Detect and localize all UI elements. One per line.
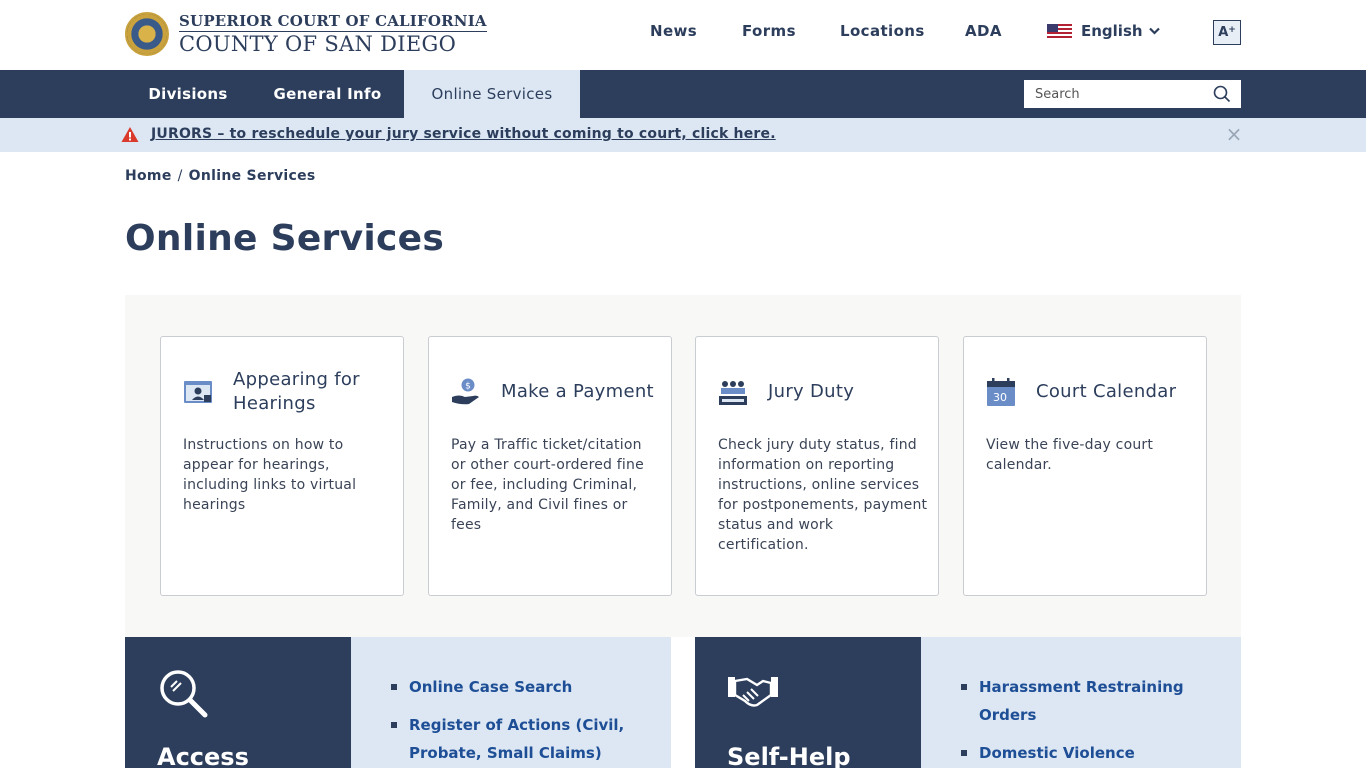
feature-title: Self-Help <box>727 743 851 768</box>
breadcrumb: Home / Online Services <box>125 168 316 184</box>
court-logo[interactable]: SUPERIOR COURT OF CALIFORNIA COUNTY OF S… <box>125 12 487 56</box>
language-selector[interactable]: English <box>1047 22 1160 40</box>
feature-title: Access <box>157 743 249 768</box>
card-description: Pay a Traffic ticket/citation or other c… <box>451 437 644 533</box>
link-online-case-search[interactable]: Online Case Search <box>409 678 572 696</box>
logo-line2: COUNTY OF SAN DIEGO <box>179 32 457 56</box>
topnav-news[interactable]: News <box>650 22 697 44</box>
main-nav: Divisions General Info Online Services <box>0 70 1366 118</box>
nav-divisions[interactable]: Divisions <box>125 70 251 118</box>
font-size-sup: + <box>1228 24 1236 35</box>
warning-icon <box>121 127 139 142</box>
font-size-label: A <box>1218 25 1229 40</box>
list-item: Register of Actions (Civil, Probate, Sma… <box>391 711 631 767</box>
page-title: Online Services <box>125 218 445 259</box>
card-jury-duty[interactable]: Jury Duty Check jury duty status, find i… <box>695 336 939 596</box>
svg-text:$: $ <box>465 382 471 392</box>
court-seal-icon <box>125 12 169 56</box>
alert-link[interactable]: JURORS – to reschedule your jury service… <box>151 126 776 142</box>
feature-self-help-panel: Self-Help <box>695 637 921 768</box>
logo-text: SUPERIOR COURT OF CALIFORNIA COUNTY OF S… <box>179 12 487 56</box>
link-domestic-violence[interactable]: Domestic Violence <box>979 744 1135 762</box>
nav-general-info[interactable]: General Info <box>251 70 404 118</box>
breadcrumb-current: Online Services <box>188 168 316 184</box>
search-icon[interactable] <box>1213 85 1231 103</box>
language-label: English <box>1081 22 1143 40</box>
calendar-icon: 30 <box>987 378 1015 406</box>
link-list: Online Case Search Register of Actions (… <box>391 673 631 768</box>
card-title: Make a Payment <box>501 381 654 402</box>
card-appearing-for-hearings[interactable]: Appearing for Hearings Instructions on h… <box>160 336 404 596</box>
logo-line1: SUPERIOR COURT OF CALIFORNIA <box>179 12 487 32</box>
payment-hand-icon: $ <box>452 378 479 405</box>
card-court-calendar[interactable]: 30 Court Calendar View the five-day cour… <box>963 336 1207 596</box>
jury-icon <box>719 381 747 405</box>
feature-access-panel: Access <box>125 637 351 768</box>
card-description: Instructions on how to appear for hearin… <box>183 437 357 513</box>
breadcrumb-home[interactable]: Home <box>125 168 172 184</box>
card-make-a-payment[interactable]: $ Make a Payment Pay a Traffic ticket/ci… <box>428 336 672 596</box>
font-size-button[interactable]: A + <box>1213 20 1241 45</box>
topnav-forms[interactable]: Forms <box>742 22 796 44</box>
list-item: Online Case Search <box>391 673 631 701</box>
link-list: Harassment Restraining Orders Domestic V… <box>961 673 1191 768</box>
us-flag-icon <box>1047 24 1072 38</box>
search-box <box>1024 80 1241 108</box>
feature-access: Access Online Case Search Register of Ac… <box>125 637 671 768</box>
nav-online-services[interactable]: Online Services <box>404 70 580 118</box>
card-description: View the five-day court calendar. <box>986 437 1154 473</box>
alert-banner: JURORS – to reschedule your jury service… <box>0 118 1366 152</box>
feature-self-help-links: Harassment Restraining Orders Domestic V… <box>921 637 1241 768</box>
card-description: Check jury duty status, find information… <box>718 437 928 553</box>
card-title: Appearing for Hearings <box>233 369 360 414</box>
chevron-down-icon <box>1148 27 1160 35</box>
video-hearing-icon <box>184 381 212 403</box>
link-harassment-restraining-orders[interactable]: Harassment Restraining Orders <box>979 678 1184 724</box>
card-title: Court Calendar <box>1036 381 1177 402</box>
close-icon[interactable]: × <box>1225 124 1243 144</box>
handshake-icon <box>728 677 778 707</box>
feature-self-help: Self-Help Harassment Restraining Orders … <box>695 637 1241 768</box>
breadcrumb-separator: / <box>177 168 183 184</box>
site-header: SUPERIOR COURT OF CALIFORNIA COUNTY OF S… <box>0 0 1366 70</box>
topnav-locations[interactable]: Locations <box>840 22 925 44</box>
link-register-of-actions[interactable]: Register of Actions (Civil, Probate, Sma… <box>409 716 624 762</box>
magnifier-icon <box>160 670 208 718</box>
feature-access-links: Online Case Search Register of Actions (… <box>351 637 671 768</box>
card-title: Jury Duty <box>768 381 855 402</box>
list-item: Domestic Violence <box>961 739 1191 767</box>
list-item: Harassment Restraining Orders <box>961 673 1191 729</box>
search-input[interactable] <box>1035 86 1195 102</box>
calendar-day: 30 <box>993 391 1007 404</box>
topnav-ada[interactable]: ADA <box>965 22 1002 44</box>
